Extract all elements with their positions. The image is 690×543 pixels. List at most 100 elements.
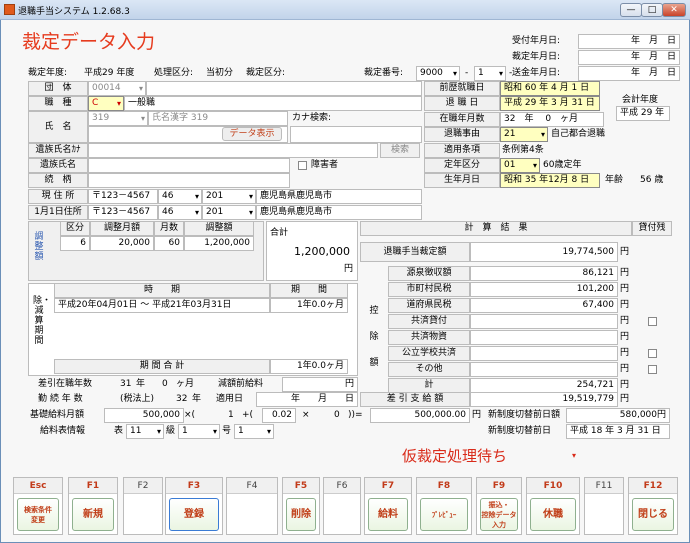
- teinen-code-select[interactable]: 01: [500, 158, 540, 173]
- kojo-item-yen: 円: [620, 300, 630, 310]
- kashi-checkbox[interactable]: [648, 317, 657, 326]
- zip1-field[interactable]: 〒123－4567: [88, 189, 158, 204]
- kojo-item-value[interactable]: [470, 362, 618, 377]
- fkey-f1: F1 新規: [68, 477, 118, 535]
- shogai-checkbox[interactable]: [298, 161, 307, 170]
- taishoku-teate-value: 19,774,500: [470, 242, 618, 262]
- fkey-button[interactable]: 給料: [368, 498, 408, 531]
- city2-select[interactable]: 201: [202, 205, 256, 220]
- kiso-op4: ))=: [348, 410, 363, 420]
- sz-label: 差引在職年数: [38, 379, 93, 389]
- fkey-button[interactable]: 検索条件 変更: [17, 498, 59, 531]
- kojo-item-value[interactable]: 67,400: [470, 298, 618, 313]
- teinen-label: 定年区分: [424, 158, 500, 173]
- chosei-cell-getsugaku[interactable]: 20,000: [90, 236, 154, 251]
- fkey-button[interactable]: 登録: [169, 498, 219, 531]
- kojo-item-label: 共済貸付: [388, 314, 470, 329]
- minimize-button[interactable]: —: [620, 3, 642, 17]
- close-button[interactable]: ✕: [662, 3, 686, 17]
- jiyu-code-select[interactable]: 21: [500, 127, 548, 142]
- kiso-one: 1: [228, 410, 234, 420]
- kikan-sum-value: 1年0.0ヶ月: [270, 359, 348, 374]
- tekiyobi-label: 適用日: [216, 394, 244, 404]
- city1-select[interactable]: 201: [202, 189, 256, 204]
- seinen-field[interactable]: 昭和 35 年12月 8 日: [500, 173, 600, 188]
- izoku-kana-label: 遺族氏名ｶﾅ: [28, 143, 88, 158]
- addr1-field[interactable]: 鹿児島県鹿児島市: [256, 189, 422, 204]
- zokugara-field[interactable]: [88, 173, 290, 188]
- soukin-date-field[interactable]: 年 月 日: [578, 66, 680, 81]
- kana-search-input[interactable]: [290, 126, 422, 143]
- kojo-item-value[interactable]: [470, 330, 618, 345]
- kojo-item-yen: 円: [620, 268, 630, 278]
- gengaku-field[interactable]: 円: [282, 377, 358, 392]
- pref1-select[interactable]: 46: [158, 189, 202, 204]
- bango2-select[interactable]: 1: [474, 66, 506, 81]
- kiso-rate: 0.02: [262, 408, 296, 423]
- kojo-item-value[interactable]: 254,721: [470, 378, 618, 393]
- kiso-op2: +(: [242, 410, 254, 420]
- maximize-button[interactable]: □: [641, 3, 663, 17]
- kojo-item-yen: 円: [620, 380, 630, 390]
- dantai-name-field[interactable]: [146, 81, 422, 96]
- kojo-item-value[interactable]: 86,121: [470, 266, 618, 281]
- kojo-item-value[interactable]: [470, 314, 618, 329]
- kashi-checkbox[interactable]: [648, 349, 657, 358]
- search-button[interactable]: 検索: [380, 143, 420, 158]
- shokushu-name-field: 一般職: [124, 96, 422, 111]
- zenreki-field[interactable]: 昭和 60 年 4 月 1 日: [500, 81, 600, 96]
- fkey-button[interactable]: 振込・ 控除データ 入力: [480, 498, 518, 531]
- kiso-result: 500,000.00: [370, 408, 470, 423]
- addr2-field[interactable]: 鹿児島県鹿児島市: [256, 205, 422, 220]
- fkey-button[interactable]: 閉じる: [632, 498, 674, 531]
- data-display-button[interactable]: データ表示: [222, 127, 282, 141]
- kojo-item-value[interactable]: [470, 346, 618, 361]
- kikan-cell-kikan[interactable]: 1年0.0ヶ月: [270, 298, 348, 313]
- dantai-code-select[interactable]: 00014: [88, 81, 146, 96]
- izoku-name-field[interactable]: [88, 158, 290, 173]
- kojo-item-value[interactable]: 101,200: [470, 282, 618, 297]
- kashi-checkbox[interactable]: [648, 365, 657, 374]
- fkey-button[interactable]: 休職: [530, 498, 576, 531]
- kojo-item-label: 道府県民税: [388, 298, 470, 313]
- fkey-button[interactable]: ﾌﾟﾚﾋﾞｭｰ: [420, 498, 468, 531]
- fkey-esc: Esc 検索条件 変更: [13, 477, 63, 535]
- shokushu-code-select[interactable]: C: [88, 96, 124, 111]
- shori-label: 処理区分:: [154, 68, 194, 78]
- zip2-field[interactable]: 〒123－4567: [88, 205, 158, 220]
- fkey-f4: F4: [226, 477, 278, 535]
- sashihiki-yen: 円: [620, 394, 630, 404]
- shimei-code-select[interactable]: 319: [88, 111, 148, 126]
- fkey-button[interactable]: 削除: [286, 498, 316, 531]
- taishoku-date-field[interactable]: 平成 29 年 3 月 31 日: [500, 96, 600, 111]
- chosei-cell-gaku[interactable]: 1,200,000: [184, 236, 254, 251]
- izoku-kana-field[interactable]: [88, 143, 378, 158]
- chosei-cell-kubun[interactable]: 6: [60, 236, 90, 251]
- tekiyobi-field[interactable]: 年 月 日: [256, 392, 358, 407]
- saitei-date-label: 裁定年月日:: [512, 52, 561, 62]
- hyo-select[interactable]: 11: [126, 424, 164, 439]
- fkey-button[interactable]: 新規: [72, 498, 114, 531]
- uketsuke-date-field[interactable]: 年 月 日: [578, 34, 680, 49]
- kyu-select[interactable]: 1: [178, 424, 220, 439]
- fkey-f8: F8 ﾌﾟﾚﾋﾞｭｰ: [416, 477, 472, 535]
- result-title: 計 算 結 果: [360, 221, 632, 236]
- fkey-label: F1: [69, 478, 117, 494]
- saitei-date-field[interactable]: 年 月 日: [578, 50, 680, 65]
- chosei-cell-tsukisu[interactable]: 60: [154, 236, 184, 251]
- sz-months: 0: [162, 379, 168, 389]
- sz-years: 31: [120, 379, 132, 389]
- gengaku-label: 減額前給料: [218, 379, 264, 389]
- chosei-header-tsukisu: 月数: [154, 221, 184, 236]
- kikan-cell-jiki[interactable]: 平成20年04月01日 ～ 平成21年03月31日: [54, 298, 270, 313]
- pref2-select[interactable]: 46: [158, 205, 202, 220]
- shimei-kanji-field[interactable]: 氏名漢字 319: [148, 111, 288, 126]
- fkey-f10: F10 休職: [526, 477, 580, 535]
- go-select[interactable]: 1: [234, 424, 274, 439]
- uketsuke-label: 受付年月日:: [512, 36, 561, 46]
- fkey-label: F9: [477, 478, 521, 494]
- kiso-value: 500,000: [104, 408, 184, 423]
- shogai-label: 障害者: [311, 160, 339, 170]
- status-select[interactable]: 仮裁定処理待ち: [402, 446, 578, 466]
- bango1-select[interactable]: 9000: [416, 66, 460, 81]
